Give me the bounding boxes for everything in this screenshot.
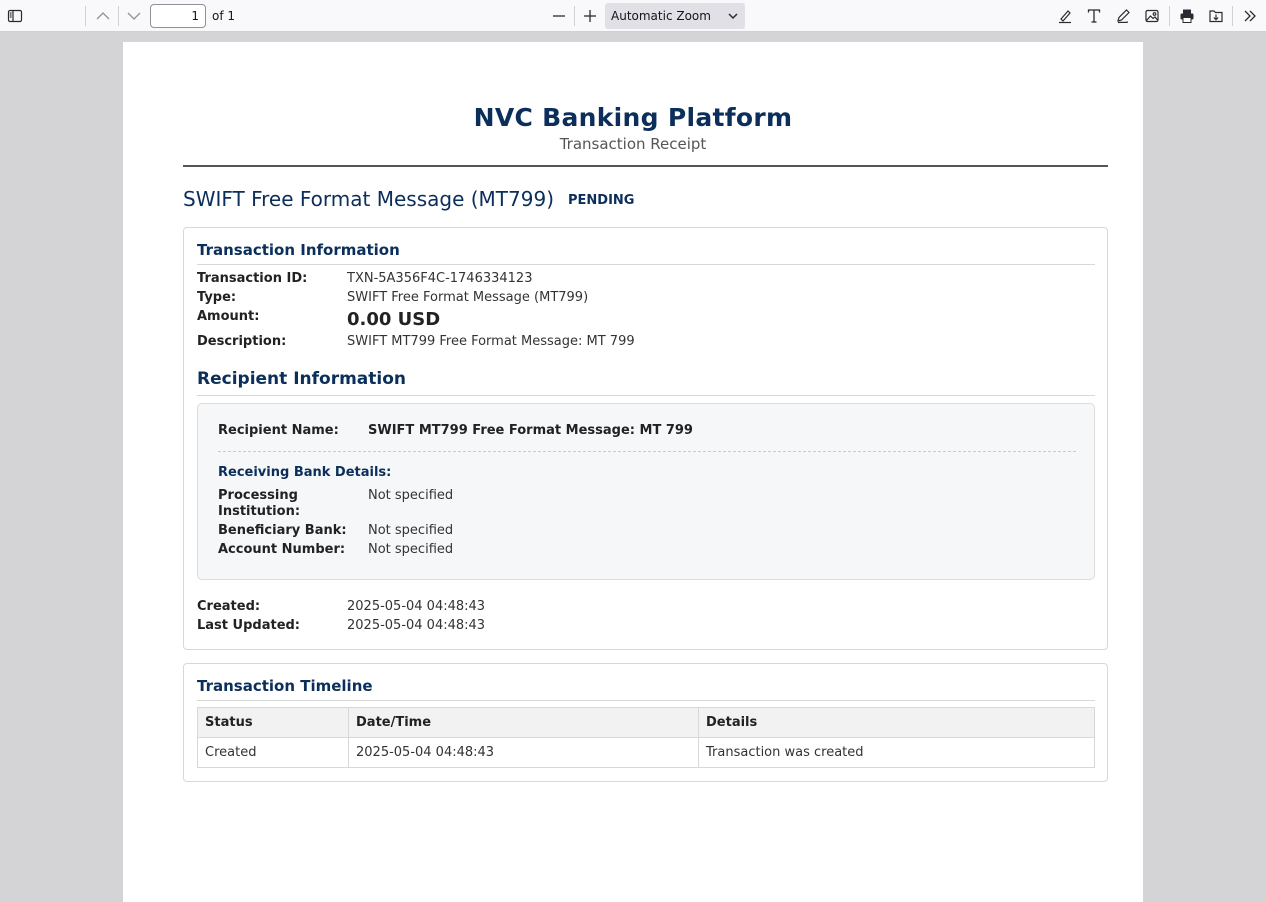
beneficiary-bank-label: Beneficiary Bank:: [218, 523, 347, 538]
timeline-card: Transaction Timeline Status Date/Time De…: [183, 663, 1108, 782]
pdf-page: NVC Banking Platform Transaction Receipt…: [123, 42, 1143, 902]
toolbar-separator: [1169, 6, 1170, 26]
processing-institution-label-line1: Processing: [218, 488, 298, 503]
print-icon[interactable]: [1175, 4, 1199, 28]
last-updated-value: 2025-05-04 04:48:43: [347, 618, 486, 633]
account-number-label: Account Number:: [218, 542, 346, 557]
beneficiary-bank-value: Not specified: [368, 523, 454, 538]
save-icon[interactable]: [1204, 4, 1228, 28]
receiving-bank-heading: Receiving Bank Details:: [218, 465, 392, 480]
processing-institution-label-line2: Institution:: [218, 504, 301, 519]
chevron-down-icon: [728, 13, 738, 20]
highlight-icon[interactable]: [1053, 4, 1077, 28]
transaction-id-value: TXN-5A356F4C-1746334123: [347, 271, 533, 286]
timeline-details-cell: Transaction was created: [698, 737, 1095, 768]
message-title: SWIFT Free Format Message (MT799): [183, 187, 554, 211]
type-value: SWIFT Free Format Message (MT799): [347, 290, 589, 305]
brand-title: NVC Banking Platform: [473, 103, 793, 132]
toolbar-separator: [1232, 6, 1233, 26]
recipient-divider: [218, 451, 1076, 452]
header-divider: [183, 165, 1108, 167]
recipient-name-value: SWIFT MT799 Free Format Message: MT 799: [368, 423, 693, 438]
transaction-info-heading: Transaction Information: [197, 241, 1095, 265]
processing-institution-value: Not specified: [368, 488, 454, 503]
zoom-out-icon[interactable]: [547, 4, 571, 28]
draw-icon[interactable]: [1111, 4, 1135, 28]
sidebar-toggle-icon[interactable]: [3, 4, 27, 28]
previous-page-icon[interactable]: [91, 4, 115, 28]
timeline-datetime-cell: 2025-05-04 04:48:43: [348, 737, 699, 768]
page-count-label: of 1: [212, 9, 236, 23]
timeline-table: Status Date/Time Details Created 2025-05…: [197, 707, 1095, 768]
amount-label: Amount:: [197, 309, 260, 324]
created-value: 2025-05-04 04:48:43: [347, 599, 486, 614]
transaction-card: Transaction Information Transaction ID: …: [183, 227, 1108, 650]
timeline-heading: Transaction Timeline: [197, 677, 1095, 701]
column-header-status: Status: [197, 707, 349, 738]
type-label: Type:: [197, 290, 237, 305]
receipt-subtitle: Transaction Receipt: [559, 135, 707, 153]
account-number-value: Not specified: [368, 542, 454, 557]
status-badge: PENDING: [568, 193, 635, 208]
recipient-info-heading: Recipient Information: [197, 369, 1095, 396]
toolbar-separator: [118, 6, 119, 26]
recipient-name-label: Recipient Name:: [218, 423, 339, 438]
toolbar-separator: [85, 6, 86, 26]
zoom-select[interactable]: Automatic Zoom: [605, 3, 745, 29]
toolbar-separator: [574, 6, 575, 26]
tools-icon[interactable]: [1238, 4, 1262, 28]
created-label: Created:: [197, 599, 261, 614]
pdf-toolbar: 1 of 1 Automatic Zoom: [0, 0, 1266, 32]
description-label: Description:: [197, 334, 287, 349]
text-icon[interactable]: [1082, 4, 1106, 28]
timeline-status-cell: Created: [197, 737, 349, 768]
image-icon[interactable]: [1140, 4, 1164, 28]
table-header-row: Status Date/Time Details: [197, 707, 1095, 738]
transaction-id-label: Transaction ID:: [197, 271, 308, 286]
column-header-details: Details: [698, 707, 1095, 738]
recipient-box: Recipient Name: SWIFT MT799 Free Format …: [197, 403, 1095, 580]
amount-value: 0.00 USD: [347, 309, 441, 330]
page-number-input[interactable]: 1: [150, 4, 206, 28]
last-updated-label: Last Updated:: [197, 618, 301, 633]
next-page-icon[interactable]: [122, 4, 146, 28]
table-row: Created 2025-05-04 04:48:43 Transaction …: [197, 737, 1095, 768]
description-value: SWIFT MT799 Free Format Message: MT 799: [347, 334, 635, 349]
zoom-select-value: Automatic Zoom: [611, 9, 711, 23]
column-header-datetime: Date/Time: [348, 707, 699, 738]
zoom-in-icon[interactable]: [578, 4, 602, 28]
